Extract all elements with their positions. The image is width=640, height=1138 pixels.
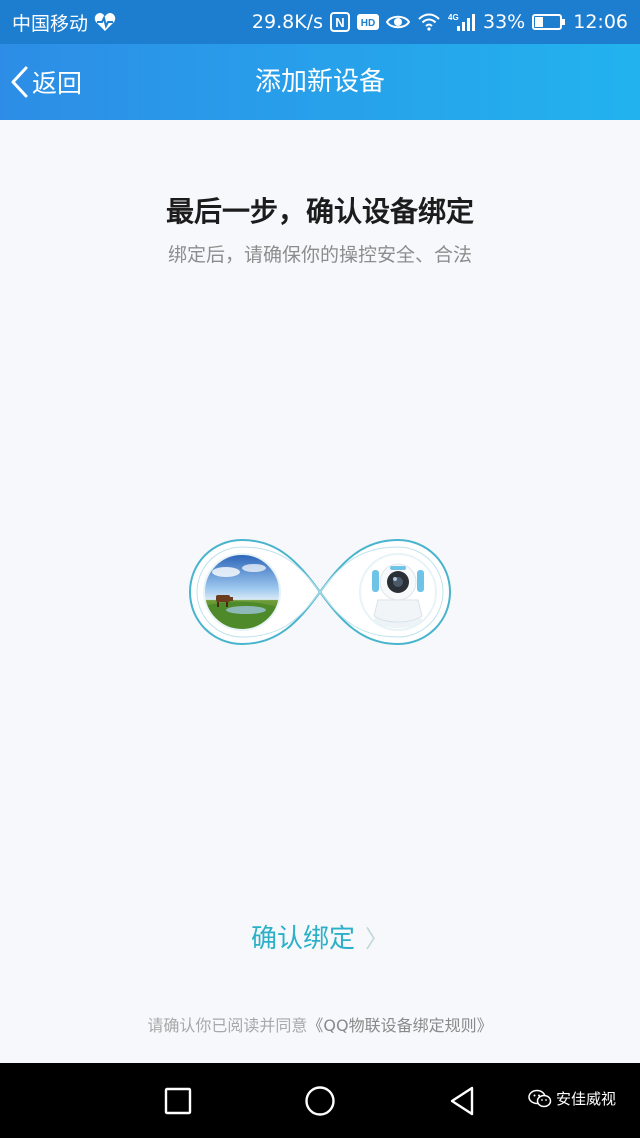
eye-icon <box>386 14 410 30</box>
battery-icon <box>532 13 566 31</box>
confirm-binding-button[interactable]: 确认绑定〉 <box>0 918 640 955</box>
clock-label: 12:06 <box>573 11 628 33</box>
svg-text:4G: 4G <box>448 13 459 22</box>
back-triangle-icon <box>448 1086 476 1116</box>
signal-icon: 4G <box>448 12 476 32</box>
home-button[interactable] <box>292 1063 348 1138</box>
carrier-label: 中国移动 <box>12 12 89 35</box>
wifi-icon <box>417 13 441 31</box>
hd-icon: HD <box>357 12 379 32</box>
agreement-text: 请确认你已阅读并同意 <box>147 1016 308 1035</box>
binding-rules-link[interactable]: 《QQ物联设备绑定规则》 <box>307 1016 492 1035</box>
recent-apps-button[interactable] <box>150 1063 206 1138</box>
step-heading: 最后一步，确认设备绑定 <box>165 195 474 228</box>
net-speed-label: 29.8K/s <box>251 11 323 33</box>
step-subheading: 绑定后，请确保你的操控安全、合法 <box>167 244 472 266</box>
page-title: 添加新设备 <box>254 67 385 97</box>
system-back-button[interactable] <box>434 1063 490 1138</box>
chevron-right-icon: 〉 <box>365 925 389 953</box>
home-icon <box>304 1085 336 1117</box>
recent-apps-icon <box>164 1087 192 1115</box>
back-chevron-icon <box>10 66 30 98</box>
watermark: 安佳威视 <box>528 1088 616 1109</box>
nav-bar: 返回 添加新设备 <box>0 44 640 120</box>
heart-rate-icon <box>94 12 116 32</box>
back-button[interactable]: 返回 <box>10 44 82 120</box>
watermark-text: 安佳威视 <box>556 1090 617 1108</box>
agreement-notice: 请确认你已阅读并同意《QQ物联设备绑定规则》 <box>0 1012 640 1036</box>
binding-illustration <box>188 538 452 646</box>
nfc-icon: N <box>330 12 350 32</box>
main-content: 最后一步，确认设备绑定 绑定后，请确保你的操控安全、合法 确认绑定 〉 请确认你… <box>0 120 640 1063</box>
wechat-icon <box>528 1089 552 1109</box>
back-label: 返回 <box>32 69 83 98</box>
svg-text:HD: HD <box>361 18 375 29</box>
battery-percent-label: 33% <box>483 11 526 33</box>
status-bar: 中国移动 29.8K/s N HD 4G 33% 12:06 <box>0 0 640 44</box>
confirm-binding-label: 确认绑定 <box>250 924 355 954</box>
svg-text:N: N <box>335 15 344 30</box>
